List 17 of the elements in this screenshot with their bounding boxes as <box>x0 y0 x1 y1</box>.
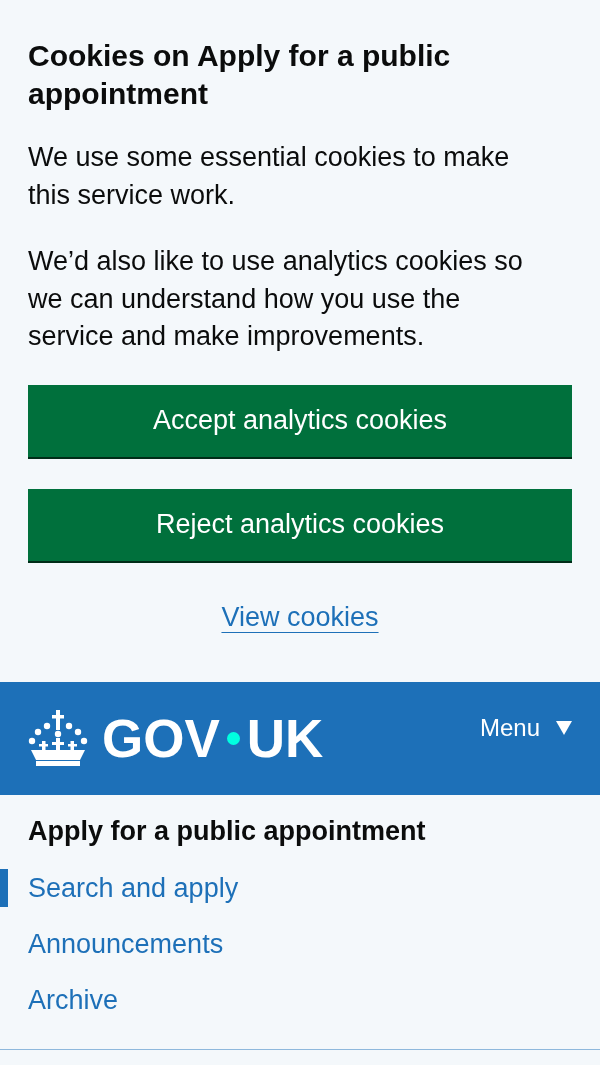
nav-link[interactable]: Search and apply <box>0 868 239 907</box>
dot-icon <box>226 731 240 745</box>
service-name: Apply for a public appointment <box>27 814 427 848</box>
cookie-button[interactable]: Accept analytics cookies <box>28 384 572 457</box>
menu-button[interactable]: Menu <box>479 713 572 742</box>
logo-text: GOV <box>102 711 220 765</box>
nav-link[interactable]: Announcements <box>0 924 224 963</box>
banner-text: We’d also like to use analytics cookies so we can understand how you use the service and make improvements. <box>28 245 524 353</box>
cookie-button[interactable]: Reject analytics cookies <box>28 488 572 561</box>
logo-text: UK <box>246 711 324 765</box>
site-logo[interactable]: GOV UK <box>28 710 324 766</box>
crown-icon <box>28 710 88 766</box>
banner-text: We use some essential cookies to make this service work. <box>28 141 511 212</box>
banner-heading: Cookies on Apply for a public appointment <box>28 38 452 112</box>
nav-link[interactable]: Archive <box>0 980 119 1019</box>
caret-icon <box>556 720 572 735</box>
view-cookies-link[interactable]: View cookies <box>221 598 379 635</box>
